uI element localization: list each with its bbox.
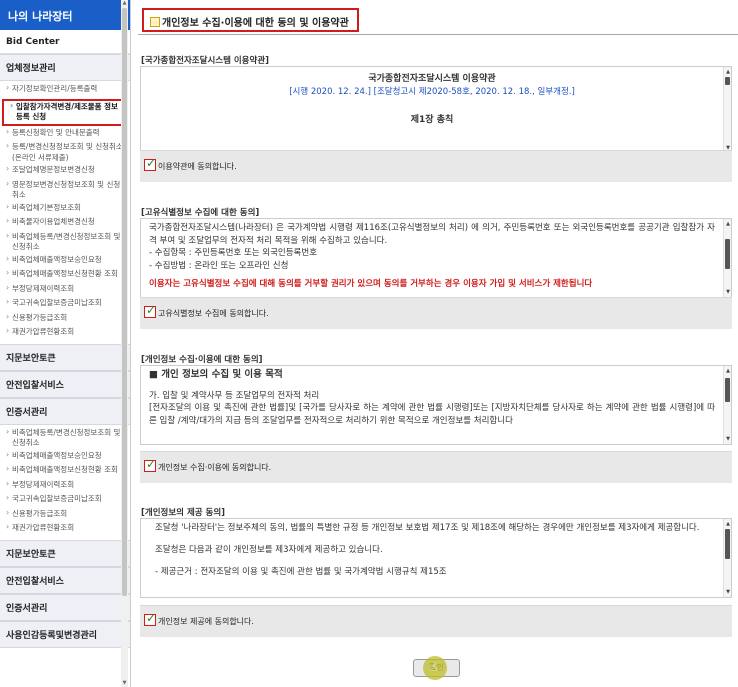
sidebar-item[interactable]: 비축업체기본정보조회 [0, 202, 130, 217]
title-divider [138, 34, 738, 35]
unique-id-scrollbar[interactable]: ▲ ▼ [723, 219, 731, 297]
unique-id-textbox[interactable]: 국가종합전자조달시스템(나라장터) 은 국가계약법 시행령 제116조(고유식별… [140, 218, 732, 298]
sidebar: 나의 나라장터 Bid Center 업체정보관리 자기정보확인관리/등록출력 … [0, 0, 131, 687]
provision-paragraph: 조달청 '나라장터'는 정보주체의 동의, 법률의 특별한 규정 등 개인정보 … [155, 523, 700, 533]
main-content: 개인정보 수집·이용에 대한 동의 및 이용약관 [국가종합전자조달시스템 이용… [138, 0, 738, 687]
sidebar-item[interactable]: 부정당제재이력조회 [0, 479, 130, 494]
sidebar-item[interactable]: 비축업체등록/변경신청정보조회 및 신청취소 [0, 427, 130, 450]
unique-id-agree-row: 고유식별정보 수집에 동의합니다. [140, 297, 732, 329]
sidebar-item[interactable]: 비축업체매출액정보신청현황 조회 [0, 268, 130, 283]
scroll-up-icon[interactable]: ▲ [724, 521, 731, 527]
sidebar-item[interactable]: 비축물자이용업체변경신청 [0, 216, 130, 231]
sidebar-item[interactable]: 국고귀속입찰보증금미납조회 [0, 493, 130, 508]
scroll-down-icon[interactable]: ▼ [724, 289, 731, 295]
sidebar-section-fingerprint-token[interactable]: 지문보안토큰 [0, 343, 130, 371]
sidebar-item[interactable]: 비축업체등록/변경신청정보조회 및 신청취소 [0, 231, 130, 254]
page-title: 개인정보 수집·이용에 대한 동의 및 이용약관 [142, 8, 359, 32]
scroll-up-icon[interactable]: ▲ [121, 0, 128, 6]
personal-info-agree-row: 개인정보 수집·이용에 동의합니다. [140, 451, 732, 483]
sidebar-item[interactable]: 자기정보확인관리/등록출력 [0, 83, 130, 98]
terms-textbox[interactable]: 국가종합전자조달시스템 이용약관 [시행 2020. 12. 24.] [조달청… [140, 66, 732, 154]
scroll-down-icon[interactable]: ▼ [121, 680, 128, 686]
sidebar-item[interactable]: 등록신청확인 및 안내문출력 [0, 127, 130, 142]
unique-id-collection-method: - 수집방법 : 온라인 또는 오프라인 신청 [149, 260, 289, 271]
sidebar-item[interactable]: 국고귀속입찰보증금미납조회 [0, 297, 130, 312]
personal-info-agree-checkbox[interactable] [144, 457, 156, 472]
scroll-down-icon[interactable]: ▼ [724, 589, 731, 595]
sidebar-item[interactable]: 조달업체명문정보변경신청 [0, 164, 130, 179]
personal-info-purpose: 가. 입찰 및 계약사무 등 조달업무의 전자적 처리 [149, 390, 320, 401]
personal-info-scroll-thumb[interactable] [725, 378, 730, 402]
unique-id-agree-checkbox[interactable] [144, 303, 156, 318]
document-icon [150, 17, 160, 27]
terms-agree-row: 이용약관에 동의합니다. [140, 150, 732, 182]
sidebar-item-bid-qualification-change[interactable]: 입찰참가자격변경/제조물품 정보 등록 신청 [2, 98, 128, 126]
sidebar-item[interactable]: 등록/변경신청정보조회 및 신청취소(온라인 서류제출) [0, 141, 130, 164]
provision-textbox[interactable]: 조달청 '나라장터'는 정보주체의 동의, 법률의 특별한 규정 등 개인정보 … [140, 518, 732, 598]
sidebar-section-fingerprint-token-2[interactable]: 지문보안토큰 [0, 539, 130, 567]
personal-info-heading: ■ 개인 정보의 수집 및 이용 목적 [149, 369, 283, 380]
provision-agree-label[interactable]: 개인정보 제공에 동의합니다. [158, 616, 254, 627]
scroll-up-icon[interactable]: ▲ [724, 368, 731, 374]
sidebar-section-certificate[interactable]: 인증서관리 [0, 397, 130, 425]
personal-info-agree-label[interactable]: 개인정보 수집·이용에 동의합니다. [158, 462, 271, 473]
provision-agree-row: 개인정보 제공에 동의합니다. [140, 605, 732, 637]
sidebar-item[interactable]: 재권가압류현황조회 [0, 522, 130, 537]
unique-id-paragraph: 국가종합전자조달시스템(나라장터) 은 국가계약법 시행령 제116조(고유식별… [149, 223, 715, 246]
sidebar-section-safe-bidding-2[interactable]: 안전입찰서비스 [0, 566, 130, 594]
sidebar-header: 나의 나라장터 [0, 0, 130, 30]
terms-section-label: [국가종합전자조달시스템 이용약관] [141, 56, 270, 66]
personal-info-scrollbar[interactable]: ▲ ▼ [723, 366, 731, 444]
sidebar-list-repeat: 비축업체등록/변경신청정보조회 및 신청취소 비축업체매출액정보승인요청 비축업… [0, 425, 130, 540]
provision-third-party: 조달청은 다음과 같이 개인정보를 제3자에게 제공하고 있습니다. [155, 544, 383, 555]
sidebar-item[interactable]: 신용평가등급조회 [0, 508, 130, 523]
personal-info-section-label: [개인정보 수집·이용에 대한 동의] [141, 355, 263, 365]
sidebar-item[interactable]: 비축업체매출액정보승인요청 [0, 450, 130, 465]
scroll-up-icon[interactable]: ▲ [724, 221, 731, 227]
sidebar-section-seal-registration[interactable]: 사용인감등록및변경관리 [0, 620, 130, 648]
hand-cursor-icon: ☝ [430, 660, 438, 674]
provision-basis: - 제공근거 : 전자조달의 이용 및 촉진에 관한 법률 및 국가계약법 시행… [155, 567, 447, 577]
scroll-down-icon[interactable]: ▼ [724, 436, 731, 442]
sidebar-item[interactable]: 신용평가등급조회 [0, 312, 130, 327]
unique-id-collected-items: - 수집항목 : 주민등록번호 또는 외국인등록번호 [149, 248, 318, 258]
provision-section-label: [개인정보의 제공 동의] [141, 508, 226, 518]
terms-chapter: 제1장 총칙 [410, 115, 454, 125]
personal-info-legal-basis: [전자조달의 이용 및 촉진에 관한 법률]및 [국가를 당사자로 하는 계약에… [149, 403, 715, 426]
provision-agree-checkbox[interactable] [144, 611, 156, 626]
terms-agree-label[interactable]: 이용약관에 동의합니다. [158, 161, 237, 172]
unique-id-scroll-thumb[interactable] [725, 239, 730, 269]
unique-id-agree-label[interactable]: 고유식별정보 수집에 동의합니다. [158, 308, 269, 319]
sidebar-item[interactable]: 비축업체매출액정보승인요청 [0, 254, 130, 269]
sidebar-section-certificate-2[interactable]: 인증서관리 [0, 593, 130, 621]
terms-agree-checkbox[interactable] [144, 156, 156, 171]
sidebar-item[interactable]: 비축업체매출액정보신청현황 조회 [0, 464, 130, 479]
sidebar-item[interactable]: 영문정보변경신청정보조회 및 신청취소 [0, 179, 130, 202]
unique-id-section-label: [고유식별정보 수집에 대한 동의] [141, 208, 260, 218]
personal-info-textbox[interactable]: ■ 개인 정보의 수집 및 이용 목적 가. 입찰 및 계약사무 등 조달업무의… [140, 365, 732, 445]
unique-id-warning: 이용자는 고유식별정보 수집에 대해 동의를 거부할 권리가 있으며 동의를 거… [149, 279, 593, 289]
provision-scroll-thumb[interactable] [725, 529, 730, 559]
terms-scroll-thumb[interactable] [725, 77, 730, 85]
terms-scrollbar[interactable]: ▲ ▼ [723, 67, 731, 153]
terms-effective-date: [시행 2020. 12. 24.] [조달청고시 제2020-58호, 202… [289, 86, 575, 97]
sidebar-item[interactable]: 부정당제재이력조회 [0, 283, 130, 298]
sidebar-section-safe-bidding[interactable]: 안전입찰서비스 [0, 370, 130, 398]
sidebar-item[interactable]: 재권가압류현황조회 [0, 326, 130, 341]
bid-center-link[interactable]: Bid Center [0, 30, 130, 54]
sidebar-scroll-thumb[interactable] [122, 8, 127, 596]
provision-scrollbar[interactable]: ▲ ▼ [723, 519, 731, 597]
sidebar-list-company-info: 자기정보확인관리/등록출력 입찰참가자격변경/제조물품 정보 등록 신청 등록신… [0, 81, 130, 344]
scroll-up-icon[interactable]: ▲ [724, 69, 731, 75]
sidebar-section-company-info[interactable]: 업체정보관리 [0, 54, 130, 81]
terms-heading: 국가종합전자조달시스템 이용약관 [368, 74, 496, 84]
